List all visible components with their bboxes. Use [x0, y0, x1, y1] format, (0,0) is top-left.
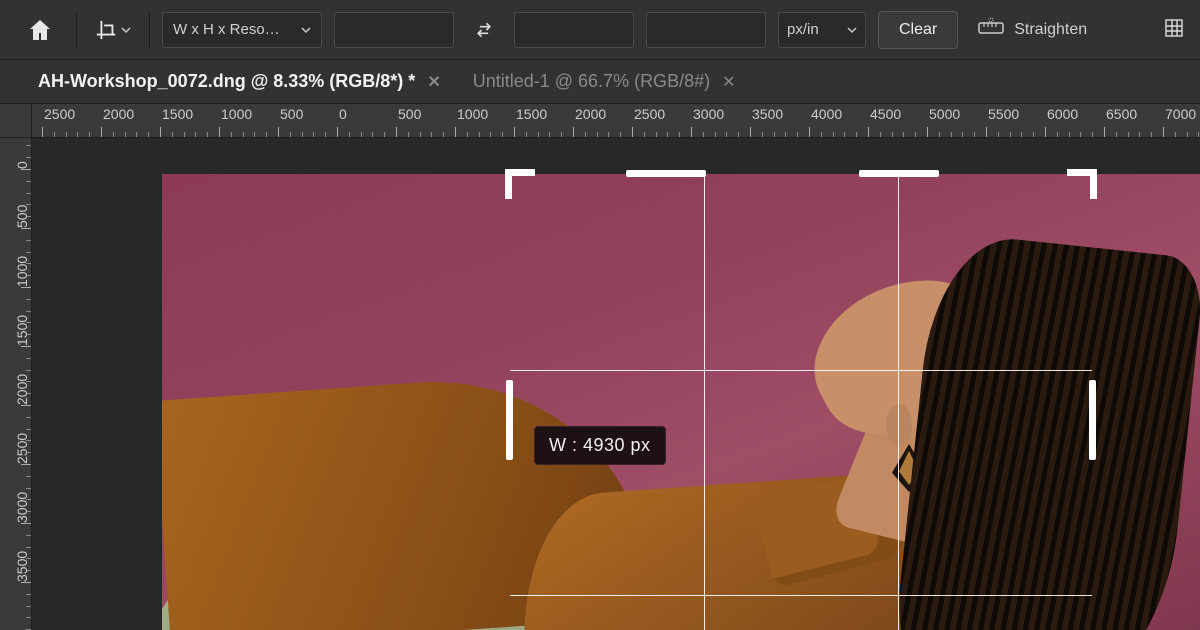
ruler-horizontal[interactable]: 2500200015001000500050010001500200025003…: [32, 104, 1200, 138]
home-button[interactable]: [16, 10, 64, 50]
ruler-tick: 2500: [42, 104, 73, 137]
straighten-label: Straighten: [1014, 21, 1087, 39]
crop-width-input[interactable]: [334, 12, 454, 48]
home-icon: [28, 19, 52, 41]
ruler-tick: 1000: [455, 104, 486, 137]
resolution-unit-label: px/in: [787, 21, 819, 38]
document-tab-inactive[interactable]: Untitled-1 @ 66.7% (RGB/8#) ✕: [457, 60, 752, 103]
ruler-tick: 6000: [1045, 104, 1076, 137]
ruler-origin[interactable]: [0, 104, 32, 138]
crop-frame: [510, 174, 1092, 630]
ruler-tick: 4000: [809, 104, 840, 137]
ruler-tick: 6500: [1104, 104, 1135, 137]
ruler-icon: [978, 17, 1004, 42]
ruler-tick: 1500: [514, 104, 545, 137]
close-icon[interactable]: ✕: [722, 72, 735, 92]
crop-handle-top[interactable]: [859, 170, 939, 177]
crop-grid-line: [510, 595, 1092, 596]
chevron-down-icon: [121, 26, 131, 34]
divider: [76, 12, 77, 48]
grid-icon: [1164, 18, 1184, 38]
crop-icon: [95, 19, 117, 41]
canvas[interactable]: W : 4930 px: [32, 138, 1200, 630]
ruler-tick: 4500: [868, 104, 899, 137]
crop-handle-top[interactable]: [626, 170, 706, 177]
clear-button[interactable]: Clear: [878, 11, 958, 49]
crop-handle-right[interactable]: [1089, 380, 1096, 460]
crop-handle-top-left[interactable]: [505, 169, 533, 197]
ruler-tick: 5500: [986, 104, 1017, 137]
resolution-unit-dropdown[interactable]: px/in: [778, 12, 866, 48]
crop-resolution-input[interactable]: [646, 12, 766, 48]
swap-icon: [474, 20, 494, 40]
ruler-tick: 0: [337, 104, 345, 137]
ruler-tick: 3000: [691, 104, 722, 137]
crop-grid-line: [898, 174, 899, 630]
crop-tool-button[interactable]: [89, 10, 137, 50]
ruler-tick: 3500: [750, 104, 781, 137]
crop-marquee[interactable]: [510, 174, 1092, 630]
chevron-down-icon: [301, 26, 311, 34]
crop-dimension-text: W : 4930 px: [549, 435, 651, 455]
crop-handle-top-right[interactable]: [1069, 169, 1097, 197]
document-tab-bar: AH-Workshop_0072.dng @ 8.33% (RGB/8*) * …: [0, 60, 1200, 104]
chevron-down-icon: [847, 26, 857, 34]
ruler-vertical[interactable]: 5000500100015002000250030003500: [0, 138, 32, 630]
workspace: 2500 2000 1500 1000 500050010001500200025003…: [0, 104, 1200, 630]
swap-dimensions-button[interactable]: [466, 12, 502, 48]
crop-preset-dropdown[interactable]: W x H x Reso…: [162, 12, 322, 48]
document-tab-active[interactable]: AH-Workshop_0072.dng @ 8.33% (RGB/8*) * …: [22, 60, 457, 103]
divider: [149, 12, 150, 48]
document-tab-title: AH-Workshop_0072.dng @ 8.33% (RGB/8*) *: [38, 71, 415, 92]
crop-handle-left[interactable]: [506, 380, 513, 460]
ruler-tick: 2500: [632, 104, 663, 137]
crop-preset-label: W x H x Reso…: [173, 21, 280, 38]
ruler-tick: 1500: [160, 104, 191, 137]
crop-height-input[interactable]: [514, 12, 634, 48]
ruler-tick: 1000: [219, 104, 250, 137]
crop-dimension-badge: W : 4930 px: [534, 426, 666, 465]
clear-button-label: Clear: [899, 21, 937, 39]
ruler-tick: 2000: [101, 104, 132, 137]
crop-grid-line: [510, 370, 1092, 371]
ruler-tick: 7000: [1163, 104, 1194, 137]
document-tab-title: Untitled-1 @ 66.7% (RGB/8#): [473, 71, 710, 92]
straighten-control[interactable]: Straighten: [978, 17, 1087, 42]
ruler-tick: 5000: [927, 104, 958, 137]
overlay-options-button[interactable]: [1164, 18, 1184, 41]
ruler-tick: 2000: [573, 104, 604, 137]
crop-grid-line: [704, 174, 705, 630]
options-bar: W x H x Reso… px/in Clear Straighten: [0, 0, 1200, 60]
close-icon[interactable]: ✕: [427, 72, 440, 92]
